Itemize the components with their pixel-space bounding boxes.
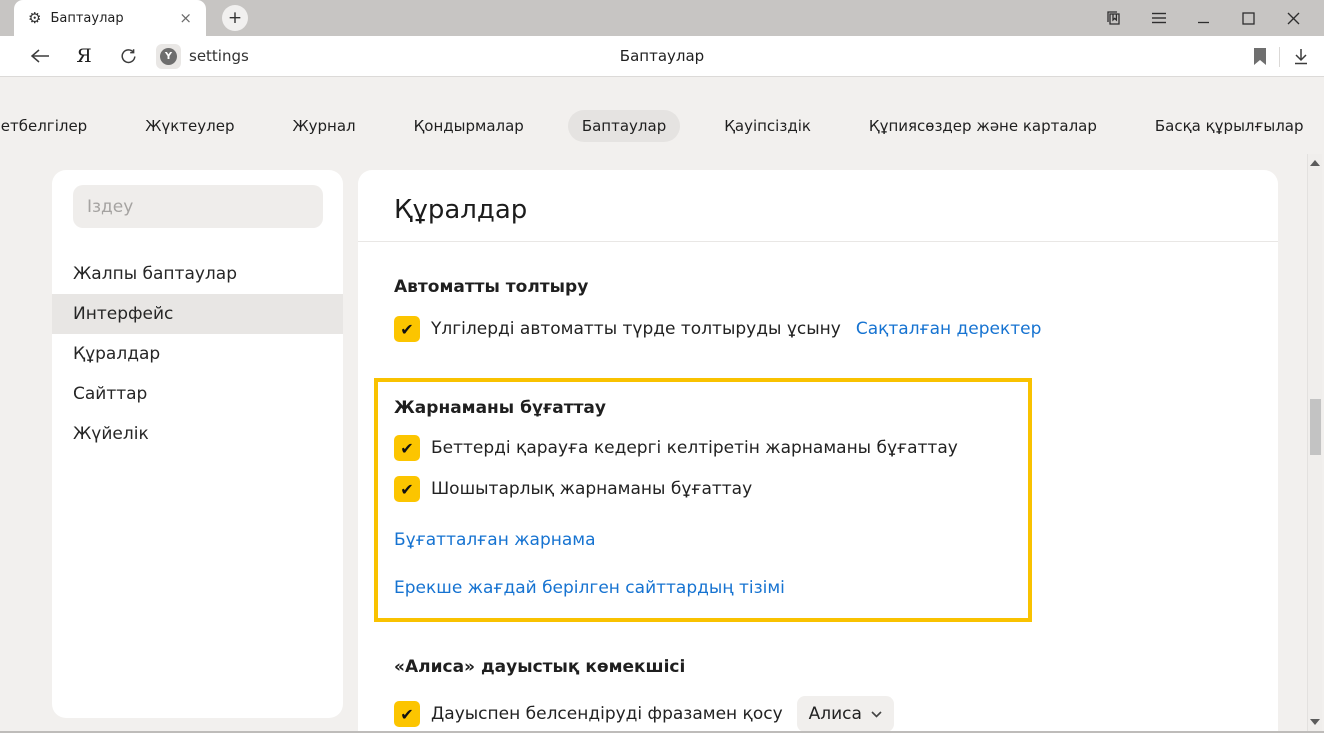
back-icon[interactable] (18, 40, 62, 72)
nav-security[interactable]: Қауіпсіздік (710, 110, 825, 142)
alice-checkbox-label: Дауыспен белсендіруді фразамен қосу (431, 704, 783, 724)
sidebar-item-sites[interactable]: Сайттар (52, 374, 343, 414)
nav-downloads[interactable]: Жүктеулер (131, 110, 248, 142)
adblock-checkbox-row-1: ✔ Беттерді қарауға кедергі келтіретін жа… (394, 435, 1012, 461)
toolbar-left: Я Y settings (0, 40, 249, 72)
nav-other-devices[interactable]: Басқа құрылғылар (1141, 110, 1318, 142)
saved-data-link[interactable]: Сақталған деректер (856, 319, 1042, 339)
blocked-ads-link[interactable]: Бұғатталған жарнама (394, 530, 1012, 550)
adblock-checkbox-1[interactable]: ✔ (394, 435, 420, 461)
new-tab-button[interactable]: + (222, 5, 248, 31)
sidebar-item-general[interactable]: Жалпы баптаулар (52, 254, 343, 294)
downloads-icon[interactable] (1292, 48, 1310, 66)
address-page-title: Баптаулар (620, 47, 704, 65)
alice-checkbox[interactable]: ✔ (394, 701, 420, 727)
nav-settings[interactable]: Баптаулар (568, 110, 680, 142)
window-controls (1091, 0, 1324, 36)
refresh-icon[interactable] (106, 40, 150, 72)
protect-badge[interactable]: Y (156, 44, 181, 69)
chevron-down-icon (871, 711, 882, 718)
sidebar-items: Жалпы баптаулар Интерфейс Құралдар Сайтт… (52, 254, 343, 454)
nav-passwords[interactable]: Құпиясөздер және карталар (855, 110, 1111, 142)
menu-icon[interactable] (1136, 0, 1181, 36)
minimize-icon[interactable] (1181, 0, 1226, 36)
adblock-section-title: Жарнаманы бұғаттау (394, 396, 1012, 420)
tab-strip: ⚙ Баптаулар × + (0, 0, 1324, 36)
sidebar-item-tools[interactable]: Құралдар (52, 334, 343, 374)
alice-phrase-dropdown[interactable]: Алиса (797, 696, 894, 732)
page-title: Құралдар (358, 170, 1278, 226)
scroll-down-icon[interactable] (1310, 719, 1320, 725)
adblock-checkbox-row-2: ✔ Шошытарлық жарнаманы бұғаттау (394, 476, 1012, 502)
check-icon: ✔ (400, 439, 413, 458)
toolbar: Я Y settings Баптаулар (0, 36, 1324, 77)
autofill-checkbox[interactable]: ✔ (394, 316, 420, 342)
tab-panel-icon[interactable] (1091, 0, 1136, 36)
nav-extensions[interactable]: Қондырмалар (400, 110, 538, 142)
settings-content: Құралдар Автоматты толтыру ✔ Үлгілерді а… (358, 170, 1278, 733)
alice-section-title: «Алиса» дауыстық көмекшісі (394, 655, 1242, 679)
toolbar-right (1253, 36, 1310, 77)
scrollbar[interactable] (1307, 154, 1322, 731)
autofill-checkbox-row: ✔ Үлгілерді автоматты түрде толтыруды ұс… (394, 316, 1242, 342)
check-icon: ✔ (400, 705, 413, 724)
tab-title: Баптаулар (50, 11, 177, 26)
settings-page: Бетбелгілер Жүктеулер Журнал Қондырмалар… (0, 77, 1324, 733)
scrollbar-thumb[interactable] (1310, 399, 1321, 455)
check-icon: ✔ (400, 480, 413, 499)
yandex-home-button[interactable]: Я (62, 40, 106, 72)
maximize-icon[interactable] (1226, 0, 1271, 36)
protect-icon: Y (160, 48, 177, 65)
bookmark-icon[interactable] (1253, 48, 1267, 65)
alice-checkbox-row: ✔ Дауыспен белсендіруді фразамен қосу Ал… (394, 696, 1242, 732)
scroll-up-icon[interactable] (1310, 160, 1320, 166)
sidebar-item-interface[interactable]: Интерфейс (52, 294, 343, 334)
yandex-logo: Я (76, 45, 91, 67)
adblock-checkbox-label-2: Шошытарлық жарнаманы бұғаттау (431, 479, 752, 499)
tab-close-icon[interactable]: × (177, 9, 194, 27)
gear-icon: ⚙ (28, 11, 41, 26)
browser-tab-settings[interactable]: ⚙ Баптаулар × (14, 0, 206, 36)
adblock-highlight-box: Жарнаманы бұғаттау ✔ Беттерді қарауға ке… (374, 378, 1032, 622)
autofill-section-title: Автоматты толтыру (394, 275, 1242, 299)
address-url[interactable]: settings (189, 47, 249, 65)
settings-sidebar: Жалпы баптаулар Интерфейс Құралдар Сайтт… (52, 170, 343, 718)
search-input[interactable] (73, 185, 323, 228)
nav-history[interactable]: Журнал (278, 110, 369, 142)
settings-nav: Бетбелгілер Жүктеулер Журнал Қондырмалар… (0, 110, 1294, 142)
check-icon: ✔ (400, 320, 413, 339)
adblock-checkbox-label-1: Беттерді қарауға кедергі келтіретін жарн… (431, 438, 958, 458)
autofill-checkbox-label: Үлгілерді автоматты түрде толтыруды ұсын… (431, 319, 841, 339)
close-window-icon[interactable] (1271, 0, 1316, 36)
toolbar-divider (1279, 47, 1280, 67)
adblock-checkbox-2[interactable]: ✔ (394, 476, 420, 502)
exceptions-list-link[interactable]: Ерекше жағдай берілген сайттардың тізімі (394, 578, 1012, 598)
sidebar-item-system[interactable]: Жүйелік (52, 414, 343, 454)
dropdown-value: Алиса (809, 704, 862, 724)
plus-icon: + (228, 10, 242, 27)
nav-bookmarks[interactable]: Бетбелгілер (0, 110, 101, 142)
divider (358, 241, 1278, 242)
